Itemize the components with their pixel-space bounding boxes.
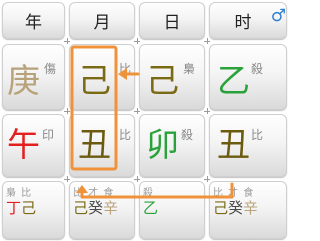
header-day: 日 <box>139 2 205 39</box>
sparkle-icon <box>134 38 140 44</box>
stem-month-char: 己 <box>78 61 111 100</box>
hidden-month-stem-2: 癸 <box>88 199 104 217</box>
stem-day-char: 己 <box>146 61 179 100</box>
stem-month-cell[interactable]: 己 比 <box>69 44 135 110</box>
sparkle-icon <box>64 108 70 114</box>
hidden-hour-stems: 己癸辛 <box>213 197 258 218</box>
branch-year-god: 印 <box>42 128 55 142</box>
stem-year-god: 傷 <box>44 62 57 76</box>
hidden-month-cell[interactable]: 比 才 食 己癸辛 <box>69 181 135 239</box>
stem-day-cell[interactable]: 己 梟 <box>139 44 205 110</box>
hidden-month-stem-1: 己 <box>73 199 89 217</box>
header-month: 月 <box>69 2 135 39</box>
bazi-chart: 年 月 日 时 ♂ 庚 傷 己 比 己 梟 乙 殺 午 印 丑 比 卯 殺 丑 … <box>0 0 287 241</box>
branch-month-cell[interactable]: 丑 比 <box>69 114 135 177</box>
hidden-year-stems: 丁己 <box>6 197 36 218</box>
branch-hour-char: 丑 <box>217 125 250 164</box>
header-year-label: 年 <box>25 13 42 33</box>
branch-day-god: 殺 <box>181 128 194 142</box>
hidden-month-stems: 己癸辛 <box>73 197 118 218</box>
hidden-month-stem-3: 辛 <box>103 199 119 217</box>
sparkle-icon <box>134 176 140 182</box>
stem-year-cell[interactable]: 庚 傷 <box>2 44 65 110</box>
branch-year-char: 午 <box>7 125 40 164</box>
hidden-year-stem-2: 己 <box>21 199 37 217</box>
stem-day-god: 梟 <box>183 62 196 76</box>
sparkle-icon <box>204 38 210 44</box>
branch-month-char: 丑 <box>78 125 111 164</box>
hidden-hour-cell[interactable]: 比 才 食 己癸辛 <box>209 181 287 239</box>
sparkle-icon <box>134 108 140 114</box>
header-month-label: 月 <box>93 13 111 33</box>
stem-hour-char: 乙 <box>217 61 250 100</box>
hidden-year-cell[interactable]: 梟 比 丁己 <box>2 181 65 239</box>
branch-month-god: 比 <box>119 128 132 142</box>
hidden-year-stem-1: 丁 <box>6 199 22 217</box>
hidden-day-stems: 乙 <box>143 197 158 218</box>
male-symbol-icon: ♂ <box>270 6 286 26</box>
hidden-hour-stem-2: 癸 <box>228 199 244 217</box>
branch-year-cell[interactable]: 午 印 <box>2 114 65 177</box>
sparkle-icon <box>204 176 210 182</box>
hidden-day-stem-1: 乙 <box>143 199 159 217</box>
branch-day-cell[interactable]: 卯 殺 <box>139 114 205 177</box>
branch-hour-cell[interactable]: 丑 比 <box>209 114 287 177</box>
hidden-hour-stem-1: 己 <box>213 199 229 217</box>
sparkle-icon <box>64 38 70 44</box>
header-year: 年 <box>2 2 65 39</box>
stem-hour-cell[interactable]: 乙 殺 <box>209 44 287 110</box>
branch-hour-god: 比 <box>251 128 264 142</box>
hidden-day-cell[interactable]: 殺 乙 <box>139 181 205 239</box>
header-hour-label: 时 <box>234 13 252 33</box>
sparkle-icon <box>204 108 210 114</box>
hidden-hour-stem-3: 辛 <box>243 199 259 217</box>
header-hour: 时 ♂ <box>209 2 287 39</box>
sparkle-icon <box>64 176 70 182</box>
stem-year-char: 庚 <box>7 61 40 100</box>
branch-day-char: 卯 <box>146 125 179 164</box>
header-day-label: 日 <box>163 13 181 33</box>
stem-hour-god: 殺 <box>251 62 264 76</box>
stem-month-god: 比 <box>119 62 132 76</box>
